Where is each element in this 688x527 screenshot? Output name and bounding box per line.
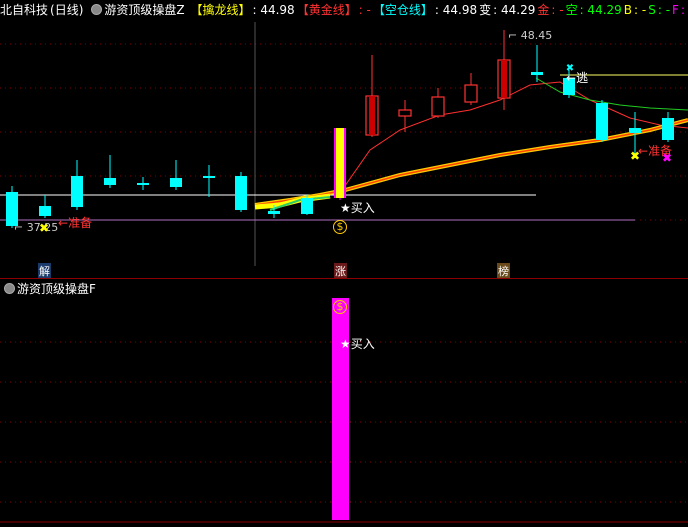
candle-body (268, 211, 280, 214)
candle-body (431, 96, 445, 117)
high-pointer-icon: ⌐ (508, 29, 521, 42)
candle-body (235, 176, 247, 210)
buy-signal-bar (332, 298, 349, 520)
candle-body (71, 176, 83, 207)
sub-chart-panel[interactable]: 游资顶级操盘F $ ★买入 (0, 279, 688, 527)
star-icon: ★ (340, 201, 351, 215)
tag-zhang[interactable]: 涨 (334, 263, 347, 279)
candle-body (301, 198, 313, 214)
candle-body-fill (501, 60, 507, 98)
star-icon: ★ (340, 337, 351, 351)
money-bag-icon: $ (333, 220, 347, 234)
low-pointer-icon: ⌐ (14, 221, 27, 234)
high-price-label: ⌐ 48.45 (508, 29, 553, 42)
candle-body (398, 109, 412, 117)
candle-body (531, 72, 543, 75)
candle-body-fill (369, 96, 375, 135)
buy-signal-top: ★买入 (340, 201, 375, 215)
arrow-icon: ← (58, 216, 69, 230)
x-marker-icon: ✖ (661, 151, 673, 165)
x-marker-icon: ✖ (38, 221, 50, 235)
candle-body (662, 118, 674, 140)
candle-body (464, 84, 478, 103)
x-marker-icon: ✖ (629, 149, 641, 163)
sub-indicator-chart[interactable] (0, 279, 688, 527)
prepare-signal-left: ←准备 (58, 216, 93, 230)
ma-green-line (535, 77, 688, 111)
candle-body (629, 128, 641, 133)
candle-body (137, 183, 149, 185)
candle-body (203, 176, 215, 178)
candle-body (596, 103, 608, 140)
main-chart-panel[interactable]: 北自科技 (日线) 游资顶级操盘Z 【擒龙线】: 44.98 【黄金线】: - 【空仓线… (0, 0, 688, 279)
candlestick-chart[interactable] (0, 0, 688, 278)
dragon-line (254, 118, 688, 207)
tag-bang[interactable]: 榜 (497, 263, 510, 279)
limit-up-highlight (336, 128, 344, 198)
candle-body (170, 178, 182, 187)
x-marker-icon: ✖ (565, 63, 575, 74)
buy-signal-bottom: ★买入 (340, 337, 375, 351)
candle-body (104, 178, 116, 185)
candle-body (39, 206, 51, 216)
money-bag-icon: $ (333, 300, 347, 314)
tag-jie[interactable]: 解 (38, 263, 51, 279)
